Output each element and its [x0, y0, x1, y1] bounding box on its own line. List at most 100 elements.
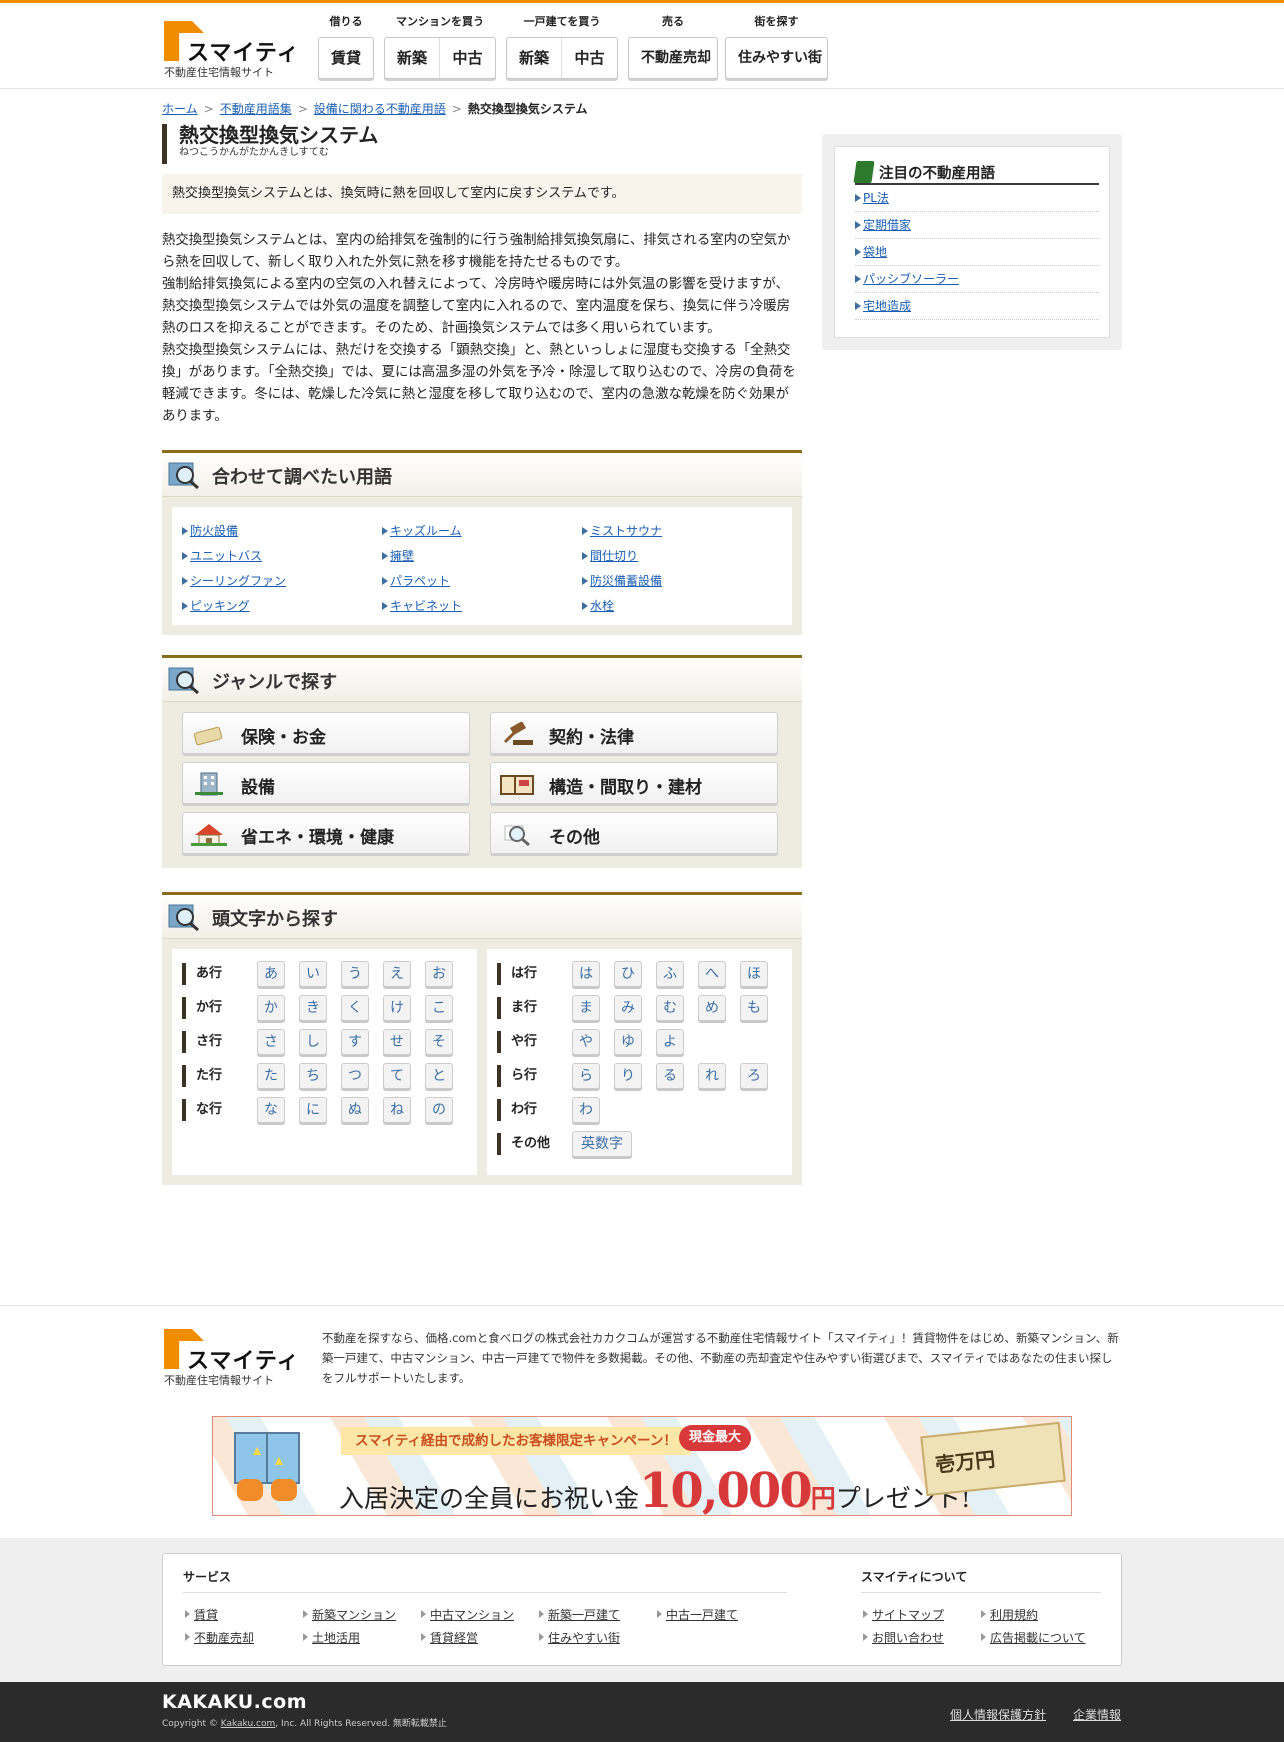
kana-button[interactable]: や	[572, 1029, 600, 1055]
genre-button-law[interactable]: 契約・法律	[490, 712, 778, 754]
breadcrumb-glossary[interactable]: 不動産用語集	[220, 102, 292, 116]
kana-button[interactable]: る	[656, 1063, 684, 1089]
kana-button[interactable]: う	[341, 961, 369, 987]
breadcrumb-home[interactable]: ホーム	[162, 102, 198, 116]
kana-button[interactable]: ま	[572, 995, 600, 1021]
related-term-link[interactable]: 防災備蓄設備	[590, 574, 662, 588]
related-term-link[interactable]: ユニットバス	[190, 549, 262, 563]
genre-button-equipment[interactable]: 設備	[182, 762, 470, 804]
about-link[interactable]: 利用規約	[981, 1606, 1038, 1623]
about-link[interactable]: お問い合わせ	[863, 1629, 944, 1646]
featured-term-link[interactable]: パッシブソーラー	[863, 272, 959, 286]
genre-button-money[interactable]: 保険・お金	[182, 712, 470, 754]
kana-button[interactable]: み	[614, 995, 642, 1021]
service-link[interactable]: 新築一戸建て	[539, 1606, 620, 1623]
kana-button[interactable]: こ	[425, 995, 453, 1021]
kakaku-logo[interactable]: KAKAKU.com	[162, 1691, 307, 1713]
about-link[interactable]: サイトマップ	[863, 1606, 944, 1623]
kana-button[interactable]: お	[425, 961, 453, 987]
breadcrumb-category[interactable]: 設備に関わる不動産用語	[314, 102, 446, 116]
related-term-link[interactable]: 水栓	[590, 599, 614, 613]
nav-used-house-button[interactable]: 中古	[562, 38, 617, 78]
service-link[interactable]: 賃貸経営	[421, 1629, 478, 1646]
kana-button[interactable]: く	[341, 995, 369, 1021]
featured-term-link[interactable]: 定期借家	[863, 218, 911, 232]
kana-button[interactable]: ぬ	[341, 1097, 369, 1123]
list-item: 防火設備	[182, 519, 382, 544]
nav-rent-button[interactable]: 賃貸	[319, 38, 373, 78]
related-term-link[interactable]: ミストサウナ	[590, 524, 662, 538]
campaign-banner[interactable]: スマイティ経由で成約したお客様限定キャンペーン！ 現金最大 入居決定の全員にお祝…	[212, 1416, 1072, 1516]
kana-button[interactable]: あ	[257, 961, 285, 987]
nav-sell-button[interactable]: 不動産売却	[629, 38, 717, 78]
genre-button-structure[interactable]: 構造・間取り・建材	[490, 762, 778, 804]
related-term-link[interactable]: 擁壁	[390, 549, 414, 563]
kana-button[interactable]: ち	[299, 1063, 327, 1089]
related-term-link[interactable]: キッズルーム	[390, 524, 462, 538]
related-term-link[interactable]: シーリングファン	[190, 574, 286, 588]
site-logo[interactable]: スマイティ 不動産住宅情報サイト	[164, 18, 299, 79]
kana-button[interactable]: そ	[425, 1029, 453, 1055]
kana-button[interactable]: ろ	[740, 1063, 768, 1089]
kana-button[interactable]: い	[299, 961, 327, 987]
kana-button[interactable]: け	[383, 995, 411, 1021]
kana-button[interactable]: な	[257, 1097, 285, 1123]
kana-button[interactable]: の	[425, 1097, 453, 1123]
kana-button[interactable]: ひ	[614, 961, 642, 987]
kana-button[interactable]: よ	[656, 1029, 684, 1055]
related-term-link[interactable]: 間仕切り	[590, 549, 638, 563]
kana-button[interactable]: た	[257, 1063, 285, 1089]
kana-button[interactable]: さ	[257, 1029, 285, 1055]
kakaku-link[interactable]: Kakaku.com	[221, 1719, 276, 1729]
kana-button[interactable]: へ	[698, 961, 726, 987]
nav-used-mansion-button[interactable]: 中古	[440, 38, 495, 78]
service-link[interactable]: 住みやすい街	[539, 1629, 620, 1646]
kana-button[interactable]: ほ	[740, 961, 768, 987]
kana-button[interactable]: は	[572, 961, 600, 987]
service-link[interactable]: 新築マンション	[303, 1606, 396, 1623]
genre-button-other[interactable]: その他	[490, 812, 778, 854]
service-link[interactable]: 中古マンション	[421, 1606, 514, 1623]
about-link[interactable]: 広告掲載について	[981, 1629, 1086, 1646]
kana-button[interactable]: き	[299, 995, 327, 1021]
kana-button[interactable]: ら	[572, 1063, 600, 1089]
kana-button[interactable]: せ	[383, 1029, 411, 1055]
kana-button[interactable]: し	[299, 1029, 327, 1055]
alphanumeric-button[interactable]: 英数字	[572, 1131, 632, 1157]
kana-button[interactable]: ね	[383, 1097, 411, 1123]
service-link[interactable]: 不動産売却	[185, 1629, 254, 1646]
footer-logo[interactable]: スマイティ 不動産住宅情報サイト	[164, 1326, 299, 1387]
featured-term-link[interactable]: 袋地	[863, 245, 887, 259]
related-term-link[interactable]: キャビネット	[390, 599, 462, 613]
kana-button[interactable]: え	[383, 961, 411, 987]
kana-button[interactable]: り	[614, 1063, 642, 1089]
kana-button[interactable]: す	[341, 1029, 369, 1055]
nav-new-house-button[interactable]: 新築	[507, 38, 562, 78]
kana-button[interactable]: わ	[572, 1097, 600, 1123]
kana-button[interactable]: つ	[341, 1063, 369, 1089]
service-link[interactable]: 賃貸	[185, 1606, 218, 1623]
featured-term-link[interactable]: 宅地造成	[863, 299, 911, 313]
kana-button[interactable]: に	[299, 1097, 327, 1123]
kana-button[interactable]: め	[698, 995, 726, 1021]
related-term-link[interactable]: ピッキング	[190, 599, 250, 613]
kana-button[interactable]: ふ	[656, 961, 684, 987]
kana-button[interactable]: と	[425, 1063, 453, 1089]
featured-term-link[interactable]: PL法	[863, 191, 889, 205]
kana-button[interactable]: て	[383, 1063, 411, 1089]
related-term-link[interactable]: 防火設備	[190, 524, 238, 538]
related-term-link[interactable]: パラペット	[390, 574, 450, 588]
nav-town-button[interactable]: 住みやすい街	[726, 38, 827, 78]
privacy-policy-link[interactable]: 個人情報保護方針	[950, 1706, 1046, 1723]
kana-button[interactable]: か	[257, 995, 285, 1021]
nav-new-mansion-button[interactable]: 新築	[385, 38, 440, 78]
kana-button[interactable]: ゆ	[614, 1029, 642, 1055]
kana-button[interactable]: も	[740, 995, 768, 1021]
service-link[interactable]: 中古一戸建て	[657, 1606, 738, 1623]
service-link[interactable]: 土地活用	[303, 1629, 360, 1646]
triangle-right-icon	[382, 602, 388, 610]
kana-button[interactable]: れ	[698, 1063, 726, 1089]
kana-button[interactable]: む	[656, 995, 684, 1021]
company-info-link[interactable]: 企業情報	[1073, 1706, 1121, 1723]
genre-button-eco[interactable]: 省エネ・環境・健康	[182, 812, 470, 854]
